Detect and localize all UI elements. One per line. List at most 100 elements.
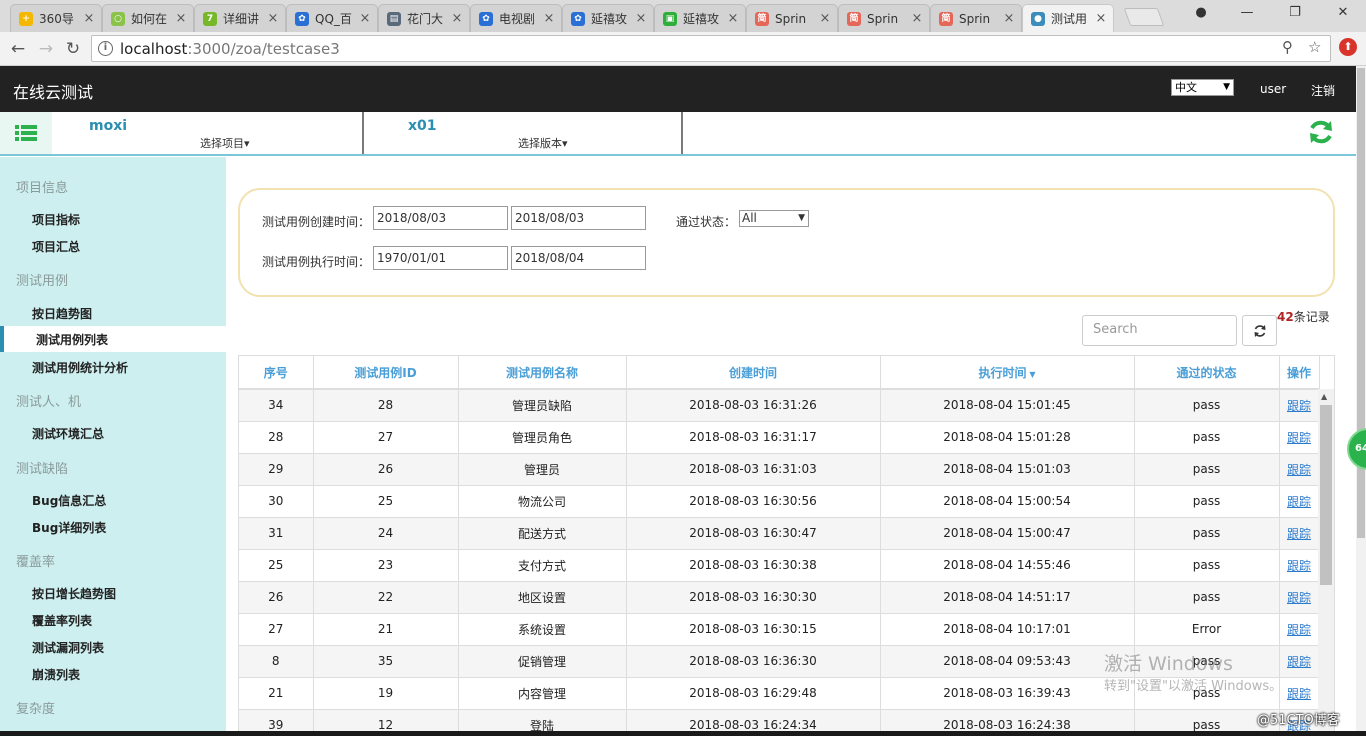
close-tab-icon[interactable]: × — [81, 11, 97, 26]
column-header[interactable]: 测试用例ID — [313, 356, 459, 390]
column-header[interactable]: 序号 — [239, 356, 314, 390]
close-tab-icon[interactable]: × — [909, 11, 925, 26]
sidebar-item-project-metrics[interactable]: 项目指标 — [32, 211, 80, 228]
close-tab-icon[interactable]: × — [449, 11, 465, 26]
created-from-input[interactable]: 2018/08/03 — [373, 206, 508, 230]
sidebar-item-vuln-list[interactable]: 测试漏洞列表 — [32, 639, 104, 656]
executed-to-input[interactable]: 2018/08/04 — [511, 246, 646, 270]
close-tab-icon[interactable]: × — [357, 11, 373, 26]
tab-title: 花门大 — [407, 12, 444, 26]
menu-toggle-button[interactable] — [0, 112, 52, 154]
browser-tab[interactable]: ● 测试用 × — [1022, 4, 1114, 32]
close-tab-icon[interactable]: × — [173, 11, 189, 26]
track-link[interactable]: 跟踪 — [1287, 495, 1311, 509]
browser-tab[interactable]: 简 Sprin × — [838, 4, 930, 32]
close-tab-icon[interactable]: × — [1093, 11, 1109, 26]
table-cell: 管理员 — [458, 453, 627, 486]
sidebar-item-testcase-list[interactable]: 测试用例列表 — [0, 326, 226, 352]
sidebar-item-crash-list[interactable]: 崩溃列表 — [32, 666, 80, 683]
table-cell: 2018-08-04 15:01:28 — [880, 421, 1135, 454]
close-tab-icon[interactable]: × — [541, 11, 557, 26]
url-field[interactable]: i localhost:3000/zoa/testcase3 ⚲ ☆ — [91, 35, 1331, 62]
track-link[interactable]: 跟踪 — [1287, 687, 1311, 701]
sidebar-item-testcase-stats[interactable]: 测试用例统计分析 — [32, 359, 128, 376]
sidebar-group-complexity[interactable]: 复杂度 — [16, 698, 55, 717]
sidebar-item-bug-summary[interactable]: Bug信息汇总 — [32, 492, 106, 509]
browser-tab[interactable]: +360导 × — [10, 4, 102, 32]
minimize-icon[interactable]: — — [1232, 5, 1262, 20]
browser-tab[interactable]: ▤ 花门大 × — [378, 4, 470, 32]
browser-tab[interactable]: ✿ 延禧攻 × — [562, 4, 654, 32]
table-cell: 2018-08-03 16:39:43 — [880, 677, 1135, 710]
column-header[interactable]: 操作 — [1279, 356, 1320, 390]
table-row: 34 28 管理员缺陷 2018-08-03 16:31:26 2018-08-04 1… — [239, 389, 1320, 422]
extension-icon[interactable]: ⬆ — [1339, 38, 1357, 56]
reload-icon[interactable]: ↻ — [62, 38, 84, 60]
browser-tab[interactable]: ▣ 延禧攻 × — [654, 4, 746, 32]
table-cell: pass — [1134, 581, 1280, 614]
track-link[interactable]: 跟踪 — [1287, 399, 1311, 413]
close-tab-icon[interactable]: × — [633, 11, 649, 26]
browser-tab[interactable]: 7 详细讲 × — [194, 4, 286, 32]
sidebar-item-bug-list[interactable]: Bug详细列表 — [32, 519, 106, 536]
sidebar-group-testcases[interactable]: 测试用例 — [16, 270, 68, 289]
column-header[interactable]: 执行时间 ▼ — [880, 356, 1135, 390]
sidebar-item-project-summary[interactable]: 项目汇总 — [32, 238, 80, 255]
table-scrollbar-thumb[interactable] — [1320, 405, 1332, 585]
floating-badge[interactable]: 64 — [1347, 428, 1366, 470]
forward-icon[interactable]: → — [35, 38, 57, 60]
bookmark-star-icon[interactable]: ☆ — [1308, 38, 1321, 56]
track-link[interactable]: 跟踪 — [1287, 463, 1311, 477]
sidebar-item-env-summary[interactable]: 测试环境汇总 — [32, 425, 104, 442]
new-tab-button[interactable] — [1123, 8, 1165, 26]
column-header[interactable]: 通过的状态 — [1134, 356, 1280, 390]
zoom-icon[interactable]: ⚲ — [1282, 38, 1293, 56]
status-select[interactable]: All ▼ — [739, 210, 809, 227]
track-link[interactable]: 跟踪 — [1287, 431, 1311, 445]
table-cell: 2018-08-04 15:01:03 — [880, 453, 1135, 486]
sidebar-item-growth-trend[interactable]: 按日增长趋势图 — [32, 585, 116, 602]
sidebar-group-coverage[interactable]: 覆盖率 — [16, 551, 55, 570]
track-link[interactable]: 跟踪 — [1287, 527, 1311, 541]
browser-tab[interactable]: ✿ QQ_百 × — [286, 4, 378, 32]
project-select[interactable]: 选择项目▾ — [200, 135, 250, 151]
site-info-icon[interactable]: i — [98, 41, 113, 56]
scroll-up-icon[interactable]: ▲ — [1321, 392, 1327, 401]
sync-icon[interactable] — [1307, 118, 1335, 146]
close-tab-icon[interactable]: × — [725, 11, 741, 26]
created-to-input[interactable]: 2018/08/03 — [511, 206, 646, 230]
account-icon[interactable]: ● — [1186, 5, 1216, 20]
column-header[interactable]: 创建时间 — [626, 356, 881, 390]
back-icon[interactable]: ← — [7, 38, 29, 60]
track-link[interactable]: 跟踪 — [1287, 623, 1311, 637]
track-link[interactable]: 跟踪 — [1287, 559, 1311, 573]
search-input[interactable]: Search — [1082, 315, 1237, 346]
close-tab-icon[interactable]: × — [265, 11, 281, 26]
column-header[interactable]: 测试用例名称 — [458, 356, 627, 390]
executed-from-input[interactable]: 1970/01/01 — [373, 246, 508, 270]
close-window-icon[interactable]: ✕ — [1328, 5, 1358, 20]
sidebar-item-coverage-list[interactable]: 覆盖率列表 — [32, 612, 92, 629]
track-link[interactable]: 跟踪 — [1287, 655, 1311, 669]
refresh-table-button[interactable] — [1242, 315, 1277, 346]
track-link[interactable]: 跟踪 — [1287, 591, 1311, 605]
maximize-icon[interactable]: ❐ — [1280, 5, 1310, 20]
logout-link[interactable]: 注销 — [1311, 82, 1335, 99]
user-link[interactable]: user — [1260, 82, 1286, 96]
table-cell: 跟踪 — [1279, 453, 1320, 486]
sidebar-item-daily-trend[interactable]: 按日趋势图 — [32, 305, 92, 322]
close-tab-icon[interactable]: × — [817, 11, 833, 26]
browser-tab[interactable]: ○ 如何在 × — [102, 4, 194, 32]
browser-tab[interactable]: ✿ 电视剧 × — [470, 4, 562, 32]
browser-tab[interactable]: 简 Sprin × — [746, 4, 838, 32]
sidebar-group-project-info[interactable]: 项目信息 — [16, 177, 68, 196]
sidebar-group-people-machines[interactable]: 测试人、机 — [16, 391, 81, 410]
project-name: moxi — [89, 118, 128, 134]
language-select[interactable]: 中文 ▼ — [1171, 79, 1234, 96]
version-select[interactable]: 选择版本▾ — [518, 135, 568, 151]
close-tab-icon[interactable]: × — [1001, 11, 1017, 26]
browser-tab[interactable]: 简 Sprin × — [930, 4, 1022, 32]
sidebar-group-defects[interactable]: 测试缺陷 — [16, 458, 68, 477]
table-cell: 跟踪 — [1279, 421, 1320, 454]
favicon-icon: ▣ — [663, 11, 677, 26]
